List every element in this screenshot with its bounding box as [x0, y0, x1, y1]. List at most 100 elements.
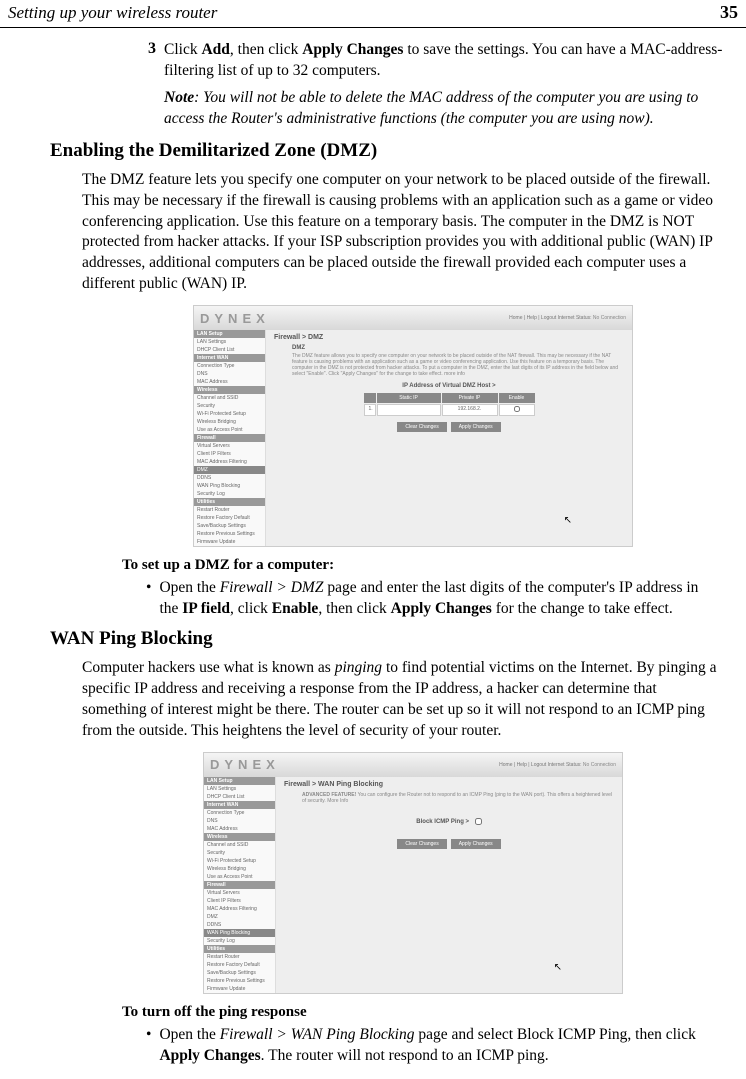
- sidebar-item[interactable]: DNS: [204, 817, 275, 825]
- sidebar-item[interactable]: Use as Access Point: [194, 426, 265, 434]
- sidebar-item[interactable]: Use as Access Point: [204, 873, 275, 881]
- bullet-text: Open the Firewall > WAN Ping Blocking pa…: [159, 1025, 720, 1067]
- main-desc: The DMZ feature allows you to specify on…: [292, 353, 624, 377]
- dmz-bullet: • Open the Firewall > DMZ page and enter…: [146, 578, 720, 620]
- sidebar-item[interactable]: Client IP Filters: [204, 897, 275, 905]
- router-main: Firewall > DMZ DMZ The DMZ feature allow…: [266, 330, 632, 546]
- sidebar-section-header: Internet WAN: [194, 354, 265, 362]
- sidebar-item[interactable]: DHCP Client List: [204, 793, 275, 801]
- sidebar-item[interactable]: Security: [204, 849, 275, 857]
- router-top-links: Home | Help | Logout Internet Status: No…: [499, 762, 616, 768]
- table-header: Static IP Private IP Enable: [274, 393, 624, 403]
- router-header: DYNEX Home | Help | Logout Internet Stat…: [204, 753, 622, 777]
- dmz-table: Static IP Private IP Enable 1. 192.168.2…: [274, 393, 624, 416]
- sidebar-item[interactable]: Firmware Update: [194, 538, 265, 546]
- sidebar-item[interactable]: MAC Address: [194, 378, 265, 386]
- sidebar-item[interactable]: Connection Type: [194, 362, 265, 370]
- router-sidebar: LAN SetupLAN SettingsDHCP Client ListInt…: [204, 777, 276, 993]
- field-label: IP Address of Virtual DMZ Host >: [274, 383, 624, 389]
- note-block: Note: You will not be able to delete the…: [164, 88, 730, 130]
- sidebar-item[interactable]: Channel and SSID: [194, 394, 265, 402]
- cursor-icon: ↖: [564, 515, 572, 526]
- sidebar-section-header: Firewall: [194, 434, 265, 442]
- apply-changes-button[interactable]: Apply Changes: [451, 839, 501, 849]
- sidebar-item[interactable]: Wireless Bridging: [194, 418, 265, 426]
- sidebar-item[interactable]: Restore Previous Settings: [194, 530, 265, 538]
- sidebar-item[interactable]: Restore Factory Default: [204, 961, 275, 969]
- sidebar-section-header: Utilities: [194, 498, 265, 506]
- cursor-icon: ↖: [554, 962, 562, 973]
- sidebar-item[interactable]: Restart Router: [204, 953, 275, 961]
- router-main: Firewall > WAN Ping Blocking ADVANCED FE…: [276, 777, 622, 993]
- sidebar-item[interactable]: Virtual Servers: [194, 442, 265, 450]
- router-body: LAN SetupLAN SettingsDHCP Client ListInt…: [194, 330, 632, 546]
- private-ip-field[interactable]: 192.168.2.: [442, 404, 498, 416]
- sidebar-item[interactable]: Wi-Fi Protected Setup: [194, 410, 265, 418]
- sidebar-item[interactable]: Save/Backup Settings: [204, 969, 275, 977]
- sidebar-item[interactable]: Restore Factory Default: [194, 514, 265, 522]
- sidebar-item[interactable]: Wireless Bridging: [204, 865, 275, 873]
- sidebar-item[interactable]: DDNS: [204, 921, 275, 929]
- sidebar-item[interactable]: LAN Settings: [194, 338, 265, 346]
- wanping-screenshot: DYNEX Home | Help | Logout Internet Stat…: [96, 752, 730, 994]
- field-label: Block ICMP Ping >: [284, 818, 614, 825]
- wanping-sub-heading: To turn off the ping response: [122, 1004, 730, 1021]
- wanping-heading: WAN Ping Blocking: [50, 628, 730, 650]
- sidebar-item[interactable]: MAC Address: [204, 825, 275, 833]
- page-number: 35: [720, 2, 738, 23]
- apply-changes-button[interactable]: Apply Changes: [451, 422, 501, 432]
- sidebar-item[interactable]: Restart Router: [194, 506, 265, 514]
- sidebar-item[interactable]: WAN Ping Blocking: [194, 482, 265, 490]
- sidebar-item[interactable]: Client IP Filters: [194, 450, 265, 458]
- main-desc: ADVANCED FEATURE! You can configure the …: [302, 792, 614, 804]
- sidebar-item[interactable]: Security Log: [204, 937, 275, 945]
- sidebar-item[interactable]: Restore Previous Settings: [204, 977, 275, 985]
- sidebar-item[interactable]: Virtual Servers: [204, 889, 275, 897]
- bullet-dot: •: [146, 1025, 151, 1067]
- router-buttons: Clear Changes Apply Changes: [284, 839, 614, 849]
- sidebar-item[interactable]: Channel and SSID: [204, 841, 275, 849]
- clear-changes-button[interactable]: Clear Changes: [397, 839, 446, 849]
- sidebar-item[interactable]: DMZ: [204, 913, 275, 921]
- bullet-dot: •: [146, 578, 151, 620]
- wanping-bullet: • Open the Firewall > WAN Ping Blocking …: [146, 1025, 720, 1067]
- dmz-heading: Enabling the Demilitarized Zone (DMZ): [50, 140, 730, 162]
- sidebar-item[interactable]: DNS: [194, 370, 265, 378]
- router-buttons: Clear Changes Apply Changes: [274, 422, 624, 432]
- block-icmp-checkbox[interactable]: [475, 818, 482, 825]
- sidebar-section-header: Wireless: [194, 386, 265, 394]
- sidebar-item[interactable]: Connection Type: [204, 809, 275, 817]
- router-ui-wanping: DYNEX Home | Help | Logout Internet Stat…: [203, 752, 623, 994]
- sidebar-section-header: LAN Setup: [194, 330, 265, 338]
- sidebar-item[interactable]: WAN Ping Blocking: [204, 929, 275, 937]
- wanping-paragraph: Computer hackers use what is known as pi…: [82, 658, 720, 742]
- sidebar-item[interactable]: Security: [194, 402, 265, 410]
- sidebar-item[interactable]: LAN Settings: [204, 785, 275, 793]
- content-area: 3 Click Add, then click Apply Changes to…: [0, 28, 746, 1079]
- enable-checkbox[interactable]: [499, 404, 535, 416]
- sidebar-item[interactable]: DDNS: [194, 474, 265, 482]
- sidebar-item[interactable]: Firmware Update: [204, 985, 275, 993]
- main-title: Firewall > DMZ: [274, 334, 624, 341]
- sidebar-item[interactable]: Wi-Fi Protected Setup: [204, 857, 275, 865]
- main-subtitle: DMZ: [292, 345, 624, 351]
- step-number: 3: [142, 40, 156, 82]
- router-top-links: Home | Help | Logout Internet Status: No…: [509, 315, 626, 321]
- sidebar-item[interactable]: DMZ: [194, 466, 265, 474]
- static-ip-field[interactable]: [377, 404, 441, 416]
- main-title: Firewall > WAN Ping Blocking: [284, 781, 614, 788]
- step-3: 3 Click Add, then click Apply Changes to…: [142, 40, 730, 82]
- table-row: 1. 192.168.2.: [274, 404, 624, 416]
- page-header: Setting up your wireless router 35: [0, 0, 746, 28]
- router-ui-dmz: DYNEX Home | Help | Logout Internet Stat…: [193, 305, 633, 547]
- sidebar-item[interactable]: Security Log: [194, 490, 265, 498]
- sidebar-item[interactable]: MAC Address Filtering: [194, 458, 265, 466]
- sidebar-item[interactable]: MAC Address Filtering: [204, 905, 275, 913]
- router-logo: DYNEX: [210, 757, 280, 772]
- sidebar-item[interactable]: DHCP Client List: [194, 346, 265, 354]
- sidebar-item[interactable]: Save/Backup Settings: [194, 522, 265, 530]
- clear-changes-button[interactable]: Clear Changes: [397, 422, 446, 432]
- header-title: Setting up your wireless router: [8, 3, 217, 23]
- dmz-screenshot: DYNEX Home | Help | Logout Internet Stat…: [96, 305, 730, 547]
- router-body: LAN SetupLAN SettingsDHCP Client ListInt…: [204, 777, 622, 993]
